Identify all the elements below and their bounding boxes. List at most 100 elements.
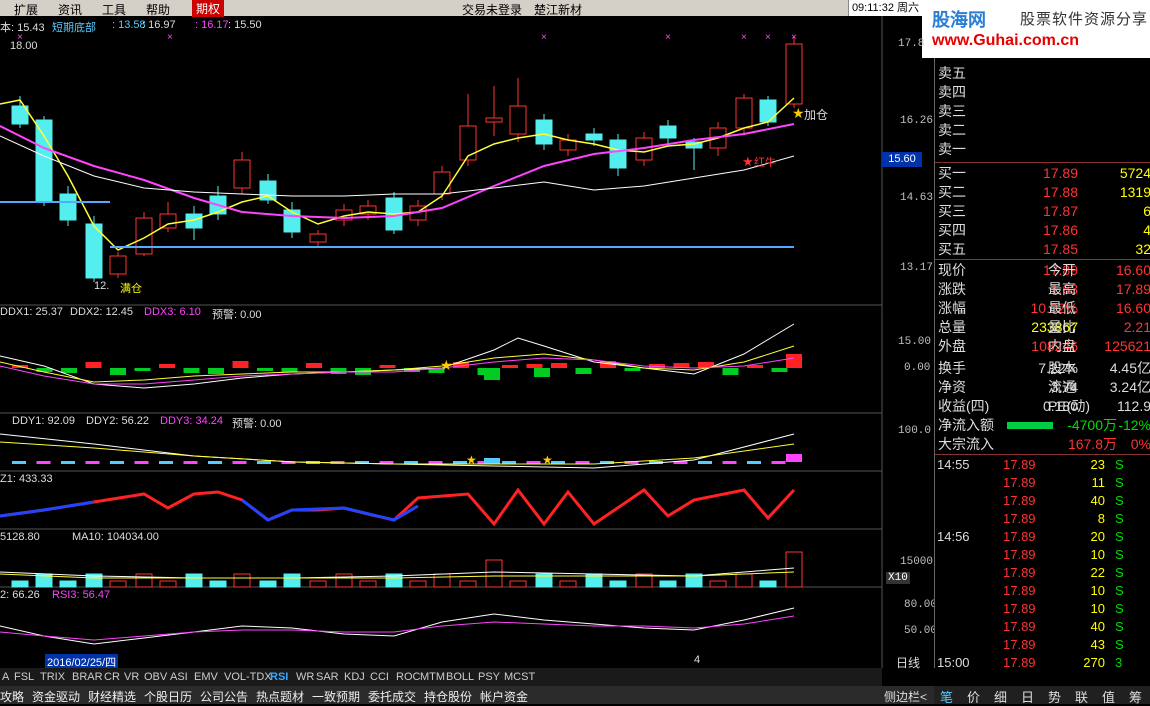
ddx-bar: [61, 368, 77, 373]
tick-row: 17.89 11 S: [935, 474, 1150, 492]
ddx2-label: DDX2: 12.45: [70, 306, 133, 318]
bottom-tab-7[interactable]: 一致预期: [312, 688, 360, 705]
sidebar-toggle[interactable]: 侧边栏<: [884, 688, 927, 705]
bottom-tab-3[interactable]: 财经精选: [88, 688, 136, 705]
quote-tab-5[interactable]: 势: [1048, 687, 1061, 706]
axis-tick: 80.00: [904, 599, 938, 611]
buy-row: 买四 17.86 4: [935, 221, 1150, 240]
quote-tab-1[interactable]: 笔: [940, 687, 953, 706]
indicator-tab-kdj[interactable]: KDJ: [344, 671, 365, 683]
divider: [935, 162, 1150, 163]
indicator-tab-sar[interactable]: SAR: [316, 671, 339, 683]
indicator-tab-fsl[interactable]: FSL: [14, 671, 34, 683]
buy-level-label: 买一: [938, 165, 966, 181]
volume-bar: [185, 573, 203, 588]
bottom-tab-10[interactable]: 帐户资金: [480, 688, 528, 705]
indicator-tab-brar[interactable]: BRAR: [72, 671, 103, 683]
indicator-tab-roc[interactable]: ROC: [396, 671, 420, 683]
axis-tick: 100.0: [898, 425, 932, 437]
volume-bar: [409, 580, 427, 588]
buy-row: 买五 17.85 32: [935, 240, 1150, 259]
ddy-bar: [110, 461, 124, 464]
annot-red-bull: 红牛: [754, 157, 776, 169]
tick-price: 17.89: [1003, 511, 1036, 526]
stat-label-2: PE(动): [1048, 398, 1090, 414]
divider: [935, 454, 1150, 455]
stat-row: 净资 3.74 流通 3.24亿: [935, 378, 1150, 397]
top-marker: ×: [741, 32, 747, 43]
buy-level-label: 买三: [938, 203, 966, 219]
tick-side: S: [1115, 475, 1124, 490]
volume-bar: [135, 573, 153, 588]
logo-url: www.Guhai.com.cn: [932, 32, 1079, 49]
quote-tab-4[interactable]: 日: [1021, 687, 1034, 706]
ddx-bar: [183, 368, 200, 373]
tick-price: 17.89: [1003, 547, 1036, 562]
stat-value-2: 4.45亿: [1109, 360, 1150, 376]
indicator-tab-boll[interactable]: BOLL: [446, 671, 474, 683]
stat-label: 净资: [938, 379, 966, 395]
indicator-tab-vol-tdx[interactable]: VOL-TDX: [224, 671, 272, 683]
bottom-tab-6[interactable]: 热点题材: [256, 688, 304, 705]
volume-bar: [485, 559, 503, 588]
rsi2-label: 2: 66.26: [0, 589, 40, 601]
tick-row: 17.89 10 S: [935, 600, 1150, 618]
bottom-tab-9[interactable]: 持仓股份: [424, 688, 472, 705]
quote-tab-7[interactable]: 值: [1102, 687, 1115, 706]
ddx-bar: [722, 368, 739, 375]
indicator-tab-a[interactable]: A: [2, 671, 9, 683]
day-mark: 4: [694, 654, 701, 666]
ddy-bar: [232, 461, 247, 464]
kline-chart-area[interactable]: × × × × × × × ★ ★ ★ ★ ★ 本: 15.43 短期底部 : 13.58 : 16.…: [0, 16, 937, 671]
indicator-tab-mtm[interactable]: MTM: [420, 671, 445, 683]
sell-level-label: 卖二: [938, 122, 966, 138]
indicator-tab-obv[interactable]: OBV: [144, 671, 167, 683]
ddx-bar: [110, 368, 126, 375]
axis-tick: 14.63: [900, 192, 934, 204]
clock: 09:11:32 周六: [847, 0, 922, 16]
bottom-tab-4[interactable]: 个股日历: [144, 688, 192, 705]
indicator-tab-psy[interactable]: PSY: [478, 671, 500, 683]
quote-tab-3[interactable]: 细: [994, 687, 1007, 706]
period-label[interactable]: 日线: [896, 654, 920, 671]
tick-price: 17.89: [1003, 475, 1036, 490]
menu-item-options[interactable]: 期权: [192, 0, 225, 17]
indicator-tab-wr[interactable]: WR: [296, 671, 314, 683]
ddx3-label: DDX3: 6.10: [144, 306, 201, 318]
ddy-bar: [722, 461, 737, 464]
bottom-tab-8[interactable]: 委托成交: [368, 688, 416, 705]
indicator-tab-asi[interactable]: ASI: [170, 671, 188, 683]
indicator-tab-emv[interactable]: EMV: [194, 671, 218, 683]
bottom-tab-1[interactable]: 攻略: [0, 688, 24, 705]
tick-price: 17.89: [1003, 619, 1036, 634]
ddx-bar: [526, 364, 543, 368]
quote-tab-8[interactable]: 筹: [1129, 687, 1142, 706]
sell-row: 卖二: [935, 121, 1150, 140]
volume-bar: [759, 580, 777, 588]
indicator-tab-vr[interactable]: VR: [124, 671, 139, 683]
ddy3-label: DDY3: 34.24: [160, 415, 223, 427]
stat-label-2: 最低: [1048, 300, 1076, 316]
top-marker: ×: [791, 32, 797, 43]
candle-body: [283, 209, 301, 233]
tick-volume: 40: [1090, 619, 1105, 634]
indicator-tab-rsi[interactable]: RSI: [270, 671, 288, 683]
bottom-tab-5[interactable]: 公司公告: [200, 688, 248, 705]
candle-body: [109, 255, 127, 275]
ddy-bar: [85, 461, 100, 464]
netflow-label: 净流入额: [938, 417, 994, 433]
volume-scale-button[interactable]: X10: [886, 572, 910, 584]
quote-tab-6[interactable]: 联: [1075, 687, 1088, 706]
bottom-tab-2[interactable]: 资金驱动: [32, 688, 80, 705]
candle-body: [609, 139, 627, 169]
axis-tick: 50.00: [904, 625, 938, 637]
ddx-bar: [551, 363, 567, 368]
quote-tab-2[interactable]: 价: [967, 687, 980, 706]
tick-side: 3: [1115, 655, 1123, 670]
indicator-tab-trix[interactable]: TRIX: [40, 671, 65, 683]
ddx-warn-label: 预警: 0.00: [212, 309, 262, 321]
indicator-tab-cr[interactable]: CR: [104, 671, 120, 683]
indicator-tab-cci[interactable]: CCI: [370, 671, 389, 683]
candle-body: [759, 99, 777, 123]
indicator-tab-mcst[interactable]: MCST: [504, 671, 535, 683]
